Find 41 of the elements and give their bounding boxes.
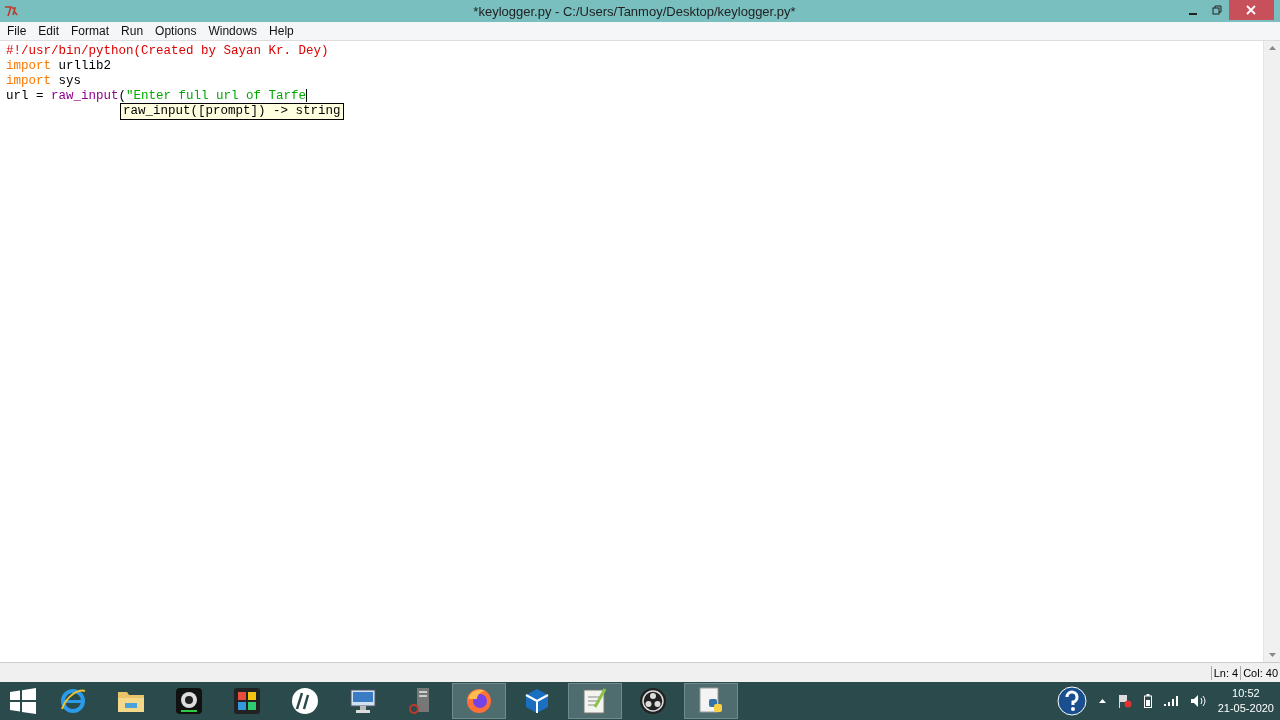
round-logo-icon [291,687,319,715]
menu-item[interactable]: Windows [202,24,264,38]
notepad-icon [581,687,609,715]
menu-item[interactable]: Run [115,24,150,38]
scrollbar[interactable] [1263,41,1280,662]
speaker-icon[interactable] [1189,694,1206,708]
clock-time[interactable]: 10:52 [1232,686,1260,701]
battery-icon[interactable] [1143,694,1152,708]
window-title: *keylogger.py - C:/Users/Tanmoy/Desktop/keylogger.py* [472,3,796,19]
cube-icon [523,687,551,715]
close-icon [1246,5,1257,15]
webcam-icon [175,687,203,715]
text-caret [306,89,308,103]
menu-item[interactable]: Help [263,24,300,38]
menu-item[interactable]: Edit [32,24,66,38]
column-indicator: Col: 40 [1240,665,1280,680]
menu-item[interactable]: Options [149,24,203,38]
signal-icon[interactable] [1163,696,1178,706]
code-line: #!/usr/bin/python(Created by Sayan Kr. Dey) [6,44,329,59]
calltip: raw_input([prompt]) -> string [120,103,344,120]
browser-e-icon [59,687,87,715]
app-icon [4,5,18,17]
folder-icon [117,689,145,713]
menu-item[interactable]: Format [65,24,116,38]
help-icon[interactable] [1056,686,1087,716]
line-indicator: Ln: 4 [1210,665,1241,680]
clock-date[interactable]: 21-05-2020 [1217,701,1274,716]
minimize-icon [1189,13,1197,15]
restore-icon [1212,5,1222,15]
close-button[interactable] [1229,0,1274,20]
puzzle-icon [233,687,261,715]
code-line: url = raw_input("Enter full url of Tarfe [6,89,308,104]
aperture-icon [639,687,667,715]
show-hidden-icon[interactable] [1098,699,1106,703]
browser-fox-icon [465,687,493,715]
menu-item[interactable]: File [1,24,33,38]
monitor-icon [349,687,377,715]
python-file-icon [697,687,725,715]
code-line: import urllib2 [6,59,112,74]
code-line: import sys [6,74,82,89]
flag-icon[interactable] [1117,694,1132,708]
